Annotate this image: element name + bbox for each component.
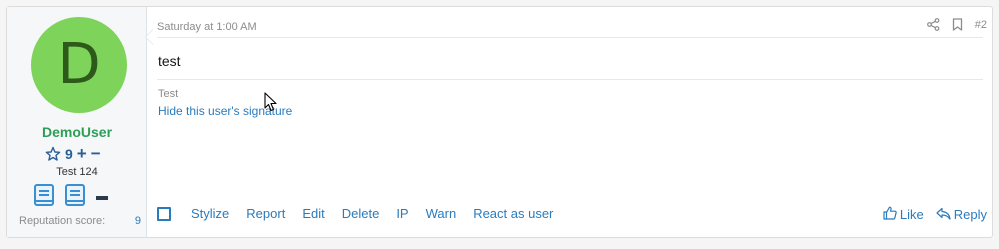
reply-button[interactable]: Reply — [936, 207, 987, 223]
dash-badge-icon[interactable] — [95, 183, 109, 212]
reputation-plus-button[interactable]: + — [77, 144, 87, 164]
post-reaction-actions: Like Reply — [883, 206, 987, 223]
bookmark-icon[interactable] — [952, 18, 963, 31]
post-header-icons: #2 — [926, 18, 987, 31]
reputation-score: Reputation score: 9 — [19, 215, 141, 227]
book-icon[interactable] — [33, 183, 55, 212]
reply-label: Reply — [953, 207, 987, 222]
message-main: Saturday at 1:00 AM #2 test Test Hide th… — [157, 7, 987, 237]
post-number[interactable]: #2 — [975, 19, 987, 31]
post-actions: Stylize Report Edit Delete IP Warn React… — [157, 206, 570, 221]
mouse-cursor-icon — [264, 92, 278, 117]
reputation-score-value[interactable]: 9 — [135, 215, 141, 227]
header-divider — [157, 37, 983, 38]
action-ip[interactable]: IP — [396, 206, 408, 221]
reputation-score-label: Reputation score: — [19, 215, 106, 227]
username-link[interactable]: DemoUser — [7, 124, 147, 140]
reputation-minus-button[interactable]: − — [91, 144, 101, 164]
action-react-as-user[interactable]: React as user — [473, 206, 553, 221]
reputation-row: 9 + − — [45, 144, 101, 164]
user-title: Test 124 — [56, 166, 98, 178]
action-warn[interactable]: Warn — [426, 206, 457, 221]
post-container: D DemoUser 9 + − Test 124 Reputation sco… — [6, 6, 993, 238]
book-icon[interactable] — [64, 183, 86, 212]
awards-row — [33, 183, 109, 212]
post-message: test — [158, 53, 181, 69]
action-edit[interactable]: Edit — [302, 206, 324, 221]
like-button[interactable]: Like — [883, 206, 924, 223]
reputation-count: 9 — [65, 146, 73, 162]
share-icon[interactable] — [926, 18, 940, 31]
post-date[interactable]: Saturday at 1:00 AM — [157, 21, 257, 33]
like-label: Like — [899, 207, 924, 222]
signature-text: Test — [158, 88, 179, 100]
message-arrow — [146, 30, 153, 44]
avatar[interactable]: D — [31, 17, 127, 113]
signature-divider — [157, 79, 983, 80]
star-icon — [45, 146, 61, 162]
thumbs-up-icon — [883, 206, 897, 223]
reply-arrow-icon — [936, 207, 951, 223]
action-delete[interactable]: Delete — [342, 206, 380, 221]
user-cell: D DemoUser 9 + − Test 124 Reputation sco… — [7, 7, 147, 237]
action-stylize[interactable]: Stylize — [191, 206, 229, 221]
select-post-checkbox[interactable] — [157, 206, 171, 221]
action-report[interactable]: Report — [246, 206, 285, 221]
